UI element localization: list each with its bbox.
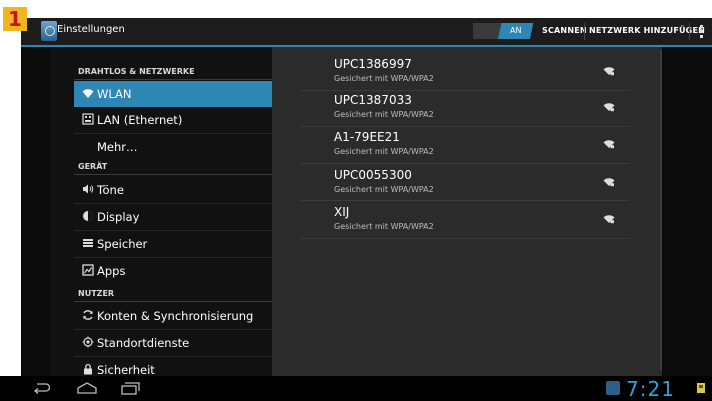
overflow-menu-icon[interactable] bbox=[700, 25, 704, 39]
step-number-badge: 1 bbox=[3, 7, 27, 31]
app-title[interactable]: Einstellungen bbox=[57, 24, 125, 35]
network-ssid: UPC1387033 bbox=[334, 93, 412, 107]
sidebar-item-label: WLAN bbox=[97, 87, 132, 101]
network-security: Gesichert mit WPA/WPA2 bbox=[334, 74, 434, 83]
sidebar-item-display[interactable]: Display bbox=[74, 204, 272, 230]
apps-icon bbox=[82, 264, 94, 276]
wifi-toggle-on: AN bbox=[498, 23, 534, 39]
network-ssid: UPC0055300 bbox=[334, 168, 412, 182]
sidebar-item-sounds[interactable]: Töne bbox=[74, 177, 272, 203]
wifi-toggle-label: AN bbox=[509, 26, 522, 35]
sidebar-item-label: Speicher bbox=[97, 237, 148, 251]
brightness-icon bbox=[83, 211, 93, 221]
wifi-icon bbox=[82, 89, 94, 98]
section-header-wireless: DRAHTLOS & NETZWERKE bbox=[78, 67, 195, 76]
wifi-signal-locked-icon bbox=[603, 67, 615, 76]
network-item[interactable]: UPC1386997 Gesichert mit WPA/WPA2 bbox=[300, 56, 630, 94]
sidebar-item-label: Konten & Synchronisierung bbox=[97, 309, 254, 323]
speaker-icon bbox=[83, 184, 94, 194]
network-item[interactable]: A1-79EE21 Gesichert mit WPA/WPA2 bbox=[300, 129, 630, 167]
network-divider bbox=[300, 126, 630, 127]
notification-icon[interactable] bbox=[606, 381, 620, 395]
network-security: Gesichert mit WPA/WPA2 bbox=[334, 185, 434, 194]
sidebar-item-security[interactable]: Sicherheit bbox=[74, 357, 272, 376]
sync-icon bbox=[83, 310, 93, 320]
section-divider bbox=[74, 79, 272, 80]
sidebar-item-label: Töne bbox=[97, 183, 124, 197]
add-network-button[interactable]: NETZWERK HINZUFÜGEN bbox=[589, 26, 705, 35]
sidebar-item-storage[interactable]: Speicher bbox=[74, 231, 272, 257]
network-ssid: A1-79EE21 bbox=[334, 130, 400, 144]
network-security: Gesichert mit WPA/WPA2 bbox=[334, 147, 434, 156]
divider bbox=[584, 23, 585, 40]
sidebar-item-wlan[interactable]: WLAN bbox=[74, 81, 272, 107]
home-icon[interactable] bbox=[76, 381, 98, 395]
network-item[interactable]: XIJ Gesichert mit WPA/WPA2 bbox=[300, 204, 630, 242]
sidebar-item-label: Sicherheit bbox=[97, 363, 155, 376]
wifi-toggle[interactable]: AN bbox=[473, 23, 534, 39]
sidebar-item-location[interactable]: Standortdienste bbox=[74, 330, 272, 356]
network-security: Gesichert mit WPA/WPA2 bbox=[334, 110, 434, 119]
storage-icon bbox=[83, 239, 93, 247]
network-divider bbox=[300, 238, 630, 239]
wifi-signal-locked-icon bbox=[603, 140, 615, 149]
scrollbar[interactable] bbox=[660, 50, 662, 370]
section-divider bbox=[74, 174, 272, 175]
wifi-signal-locked-icon bbox=[603, 103, 615, 112]
network-ssid: XIJ bbox=[334, 205, 350, 219]
action-bar: Einstellungen AN SCANNEN NETZWERK HINZUF… bbox=[21, 18, 712, 47]
sidebar-item-apps[interactable]: Apps bbox=[74, 258, 272, 284]
sidebar-item-accounts-sync[interactable]: Konten & Synchronisierung bbox=[74, 303, 272, 329]
back-icon[interactable] bbox=[32, 381, 50, 395]
network-divider bbox=[300, 90, 630, 91]
section-header-device: GERÄT bbox=[78, 162, 108, 171]
location-icon bbox=[82, 336, 94, 348]
battery-icon bbox=[697, 383, 705, 393]
divider bbox=[689, 23, 690, 40]
sidebar-item-label: Display bbox=[97, 210, 140, 224]
status-clock[interactable]: 7:21 bbox=[626, 377, 675, 401]
system-bar: 7:21 bbox=[0, 376, 712, 401]
network-divider bbox=[300, 163, 630, 164]
section-divider bbox=[74, 301, 272, 302]
screen: 1 Einstellungen AN SCANNEN NETZWERK HINZ… bbox=[0, 0, 712, 401]
recent-apps-icon[interactable] bbox=[120, 381, 140, 395]
sidebar-item-label: LAN (Ethernet) bbox=[97, 113, 183, 127]
lock-icon bbox=[84, 363, 92, 375]
settings-app-icon[interactable] bbox=[41, 21, 57, 41]
network-security: Gesichert mit WPA/WPA2 bbox=[334, 222, 434, 231]
sidebar-item-lan[interactable]: LAN (Ethernet) bbox=[74, 107, 272, 133]
network-ssid: UPC1386997 bbox=[334, 57, 412, 71]
section-header-user: NUTZER bbox=[78, 289, 115, 298]
sidebar-item-label: Apps bbox=[97, 264, 126, 278]
sidebar-item-label: Standortdienste bbox=[97, 336, 190, 350]
scan-button[interactable]: SCANNEN bbox=[542, 26, 587, 35]
wifi-signal-locked-icon bbox=[603, 178, 615, 187]
sidebar-item-label: Mehr… bbox=[97, 140, 138, 154]
sidebar-item-more[interactable]: Mehr… bbox=[74, 134, 272, 160]
network-divider bbox=[300, 200, 630, 201]
network-item[interactable]: UPC1387033 Gesichert mit WPA/WPA2 bbox=[300, 92, 630, 130]
ethernet-icon bbox=[82, 113, 94, 125]
wifi-signal-locked-icon bbox=[603, 215, 615, 224]
